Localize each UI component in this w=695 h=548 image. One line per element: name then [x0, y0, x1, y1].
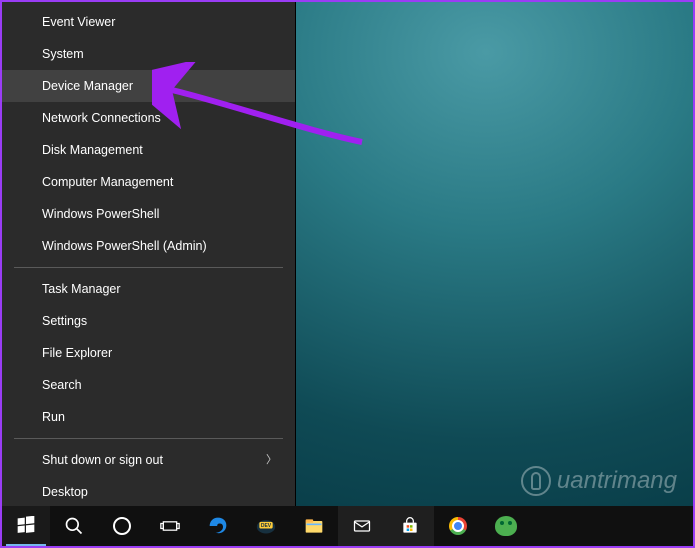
desktop-wallpaper: Event Viewer System Device Manager Netwo…	[2, 2, 693, 506]
menu-item-label: Search	[42, 377, 82, 393]
svg-text:DEV: DEV	[261, 523, 272, 529]
chrome-app[interactable]	[434, 506, 482, 546]
cortana-icon	[113, 517, 131, 535]
explorer-icon	[304, 516, 324, 536]
menu-item-powershell-admin[interactable]: Windows PowerShell (Admin)	[2, 230, 295, 262]
menu-item-label: Disk Management	[42, 142, 143, 158]
menu-item-label: Network Connections	[42, 110, 161, 126]
start-button[interactable]	[2, 506, 50, 546]
chrome-icon	[449, 517, 467, 535]
menu-item-system[interactable]: System	[2, 38, 295, 70]
menu-item-network-connections[interactable]: Network Connections	[2, 102, 295, 134]
menu-item-run[interactable]: Run	[2, 401, 295, 433]
menu-item-device-manager[interactable]: Device Manager	[2, 70, 295, 102]
taskview-icon	[160, 516, 180, 536]
search-button[interactable]	[50, 506, 98, 546]
mail-app[interactable]	[338, 506, 386, 546]
chevron-right-icon: 〉	[266, 452, 277, 468]
taskview-button[interactable]	[146, 506, 194, 546]
edge-icon	[208, 516, 228, 536]
winx-power-menu: Event Viewer System Device Manager Netwo…	[2, 2, 296, 506]
taskbar: DEV	[2, 506, 693, 546]
menu-item-label: System	[42, 46, 84, 62]
menu-item-label: Settings	[42, 313, 87, 329]
menu-item-label: Windows PowerShell (Admin)	[42, 238, 207, 254]
menu-item-file-explorer[interactable]: File Explorer	[2, 337, 295, 369]
menu-item-search[interactable]: Search	[2, 369, 295, 401]
menu-item-label: File Explorer	[42, 345, 112, 361]
dev-app[interactable]: DEV	[242, 506, 290, 546]
search-icon	[64, 516, 84, 536]
store-icon	[400, 516, 420, 536]
edge-app[interactable]	[194, 506, 242, 546]
menu-item-event-viewer[interactable]: Event Viewer	[2, 6, 295, 38]
explorer-app[interactable]	[290, 506, 338, 546]
menu-item-powershell[interactable]: Windows PowerShell	[2, 198, 295, 230]
watermark: uantrimang	[521, 466, 677, 496]
cortana-button[interactable]	[98, 506, 146, 546]
menu-item-task-manager[interactable]: Task Manager	[2, 273, 295, 305]
menu-item-desktop[interactable]: Desktop	[2, 476, 295, 508]
mail-icon	[352, 516, 372, 536]
store-app[interactable]	[386, 506, 434, 546]
menu-item-shutdown[interactable]: Shut down or sign out 〉	[2, 444, 295, 476]
menu-separator	[14, 267, 283, 268]
menu-item-label: Event Viewer	[42, 14, 115, 30]
menu-item-settings[interactable]: Settings	[2, 305, 295, 337]
menu-item-label: Computer Management	[42, 174, 173, 190]
menu-item-disk-management[interactable]: Disk Management	[2, 134, 295, 166]
basecamp-icon	[495, 516, 517, 536]
menu-item-label: Shut down or sign out	[42, 452, 163, 468]
lightbulb-icon	[521, 466, 551, 496]
menu-item-computer-management[interactable]: Computer Management	[2, 166, 295, 198]
basecamp-app[interactable]	[482, 506, 530, 546]
menu-item-label: Windows PowerShell	[42, 206, 159, 222]
menu-item-label: Desktop	[42, 484, 88, 500]
dev-icon: DEV	[256, 516, 276, 536]
menu-item-label: Run	[42, 409, 65, 425]
watermark-text: uantrimang	[557, 467, 677, 495]
menu-item-label: Device Manager	[42, 78, 133, 94]
windows-icon	[16, 516, 36, 536]
menu-item-label: Task Manager	[42, 281, 121, 297]
menu-separator	[14, 438, 283, 439]
